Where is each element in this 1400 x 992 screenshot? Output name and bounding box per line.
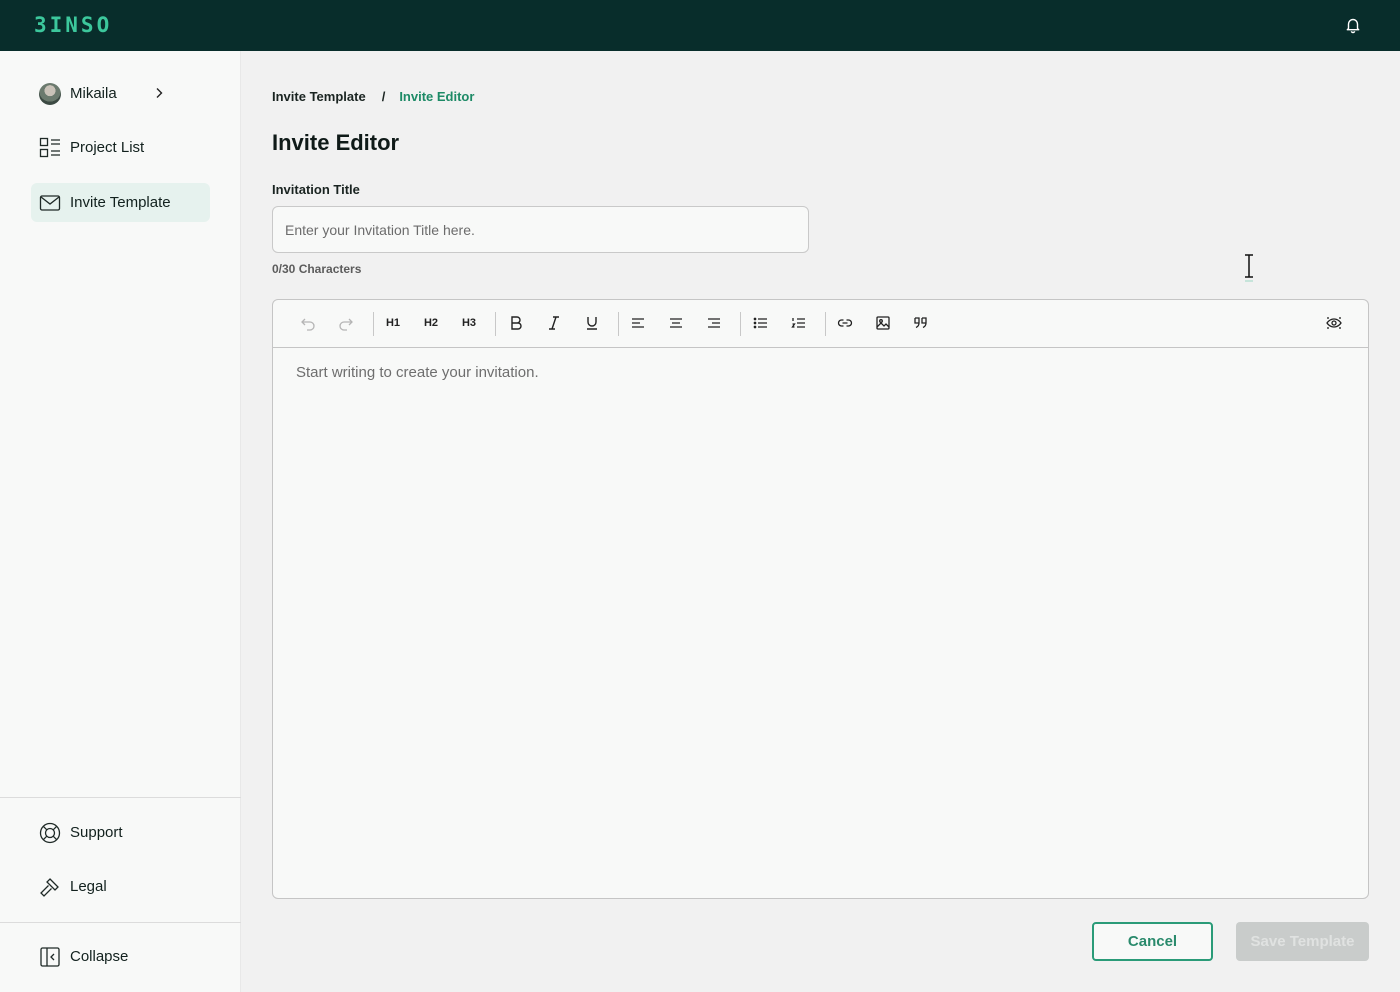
numbered-list-icon[interactable] [788,312,810,334]
sidebar-collapse-icon [39,946,61,968]
align-right-icon[interactable] [703,312,725,334]
sidebar-item-label: Legal [70,878,107,895]
sidebar-divider [0,797,241,798]
cancel-button[interactable]: Cancel [1092,922,1213,961]
bell-icon[interactable] [1344,16,1362,34]
toolbar-separator [618,312,619,336]
character-counter: 0/30 Characters [272,262,362,276]
toolbar-separator [740,312,741,336]
sidebar-item-label: Project List [70,139,145,156]
rich-text-editor: H1 H2 H3 Start writing to create your in… [272,299,1369,899]
collapse-label: Collapse [70,948,129,965]
toolbar-separator [825,312,826,336]
bullet-list-icon[interactable] [750,312,772,334]
toolbar-separator [373,312,374,336]
quote-icon[interactable] [910,312,932,334]
collapse-button[interactable]: Collapse [31,937,210,976]
sidebar-item-support[interactable]: Support [31,813,210,852]
sidebar-item-invite-template[interactable]: Invite Template [31,183,210,222]
link-icon[interactable] [834,312,856,334]
toolbar-separator [495,312,496,336]
heading3-icon[interactable]: H3 [458,312,480,334]
user-profile-item[interactable]: Mikaila [31,74,210,113]
align-left-icon[interactable] [627,312,649,334]
envelope-icon [39,192,61,214]
sidebar-item-project-list[interactable]: Project List [31,128,210,167]
editor-placeholder[interactable]: Start writing to create your invitation. [296,364,539,381]
preview-icon[interactable] [1323,312,1345,334]
save-template-button[interactable]: Save Template [1236,922,1369,961]
invitation-title-input[interactable] [272,206,809,253]
sidebar: Mikaila Project List Invite Template Sup… [0,51,241,992]
heading1-icon[interactable]: H1 [382,312,404,334]
breadcrumb: Invite Template / Invite Editor [272,89,474,104]
undo-icon[interactable] [297,312,319,334]
breadcrumb-separator: / [381,89,386,104]
editor-toolbar: H1 H2 H3 [273,300,1368,348]
underline-icon[interactable] [581,312,603,334]
heading2-icon[interactable]: H2 [420,312,442,334]
align-center-icon[interactable] [665,312,687,334]
app-logo[interactable]: 3INSO [34,13,113,37]
lifebuoy-icon [39,822,61,844]
breadcrumb-parent[interactable]: Invite Template [272,89,366,104]
sidebar-item-label: Support [70,824,123,841]
sidebar-item-legal[interactable]: Legal [31,867,210,906]
italic-icon[interactable] [543,312,565,334]
sidebar-divider [0,922,241,923]
invitation-title-label: Invitation Title [272,182,360,197]
page-title: Invite Editor [272,130,400,155]
breadcrumb-current: Invite Editor [399,89,475,104]
logo-text: 3INSO [34,13,113,37]
top-bar: 3INSO [0,0,1400,51]
image-icon[interactable] [872,312,894,334]
sidebar-item-label: Invite Template [70,194,171,211]
redo-icon[interactable] [335,312,357,334]
gavel-icon [39,876,61,898]
avatar [39,82,61,105]
grid-list-icon [39,137,61,159]
text-cursor-icon [1242,253,1256,282]
user-name: Mikaila [70,85,117,102]
bold-icon[interactable] [505,312,527,334]
chevron-right-icon [152,86,166,100]
